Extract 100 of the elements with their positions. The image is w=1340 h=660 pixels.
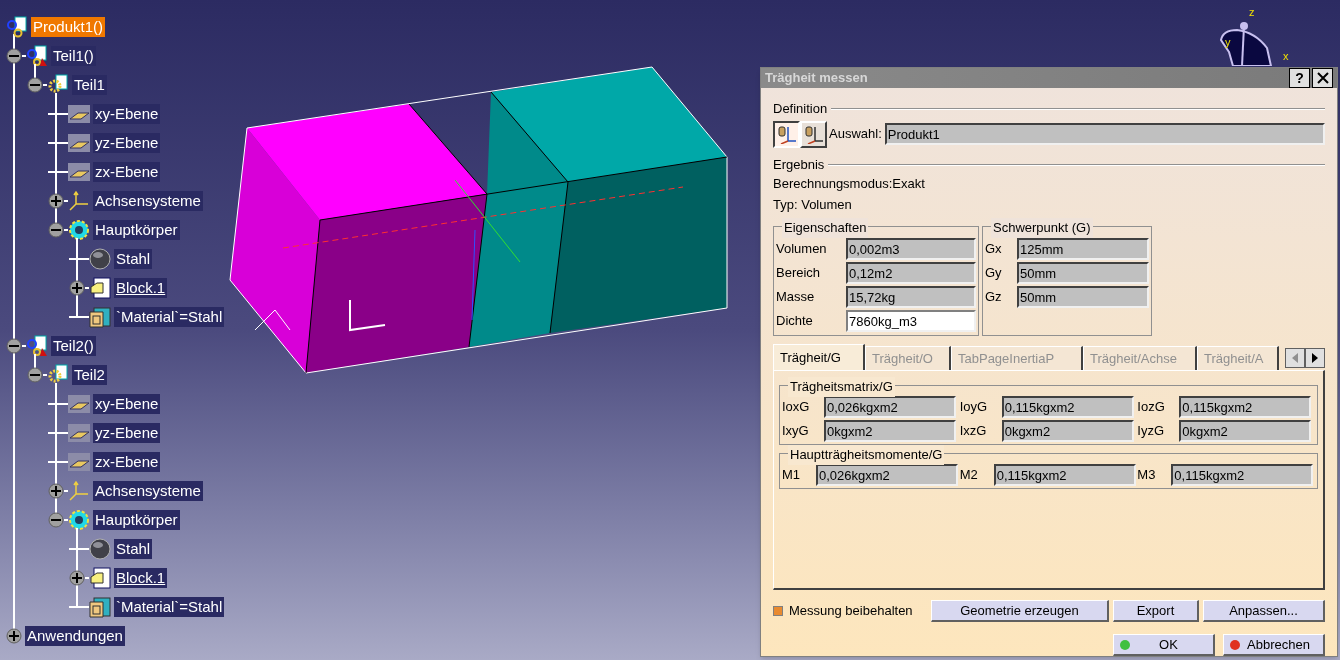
tree-item[interactable]: xy-Ebene — [93, 103, 161, 124]
expand-icon[interactable] — [48, 192, 64, 209]
tree-item[interactable]: Teil1 — [72, 74, 107, 95]
expand-icon[interactable] — [69, 569, 85, 586]
action-button[interactable]: Geometrie erzeugen — [931, 600, 1109, 622]
tree-item[interactable]: Anwendungen — [25, 625, 125, 646]
value-field: 0kgxm2 — [824, 420, 956, 442]
assembly-icon[interactable] — [6, 15, 28, 38]
value-field: 0,115kgxm2 — [1179, 396, 1312, 418]
gear-icon[interactable] — [68, 218, 90, 241]
field-label: M1 — [782, 466, 802, 485]
checkbox[interactable] — [773, 606, 783, 616]
collapse-icon[interactable] — [48, 511, 64, 528]
expand-icon[interactable] — [69, 279, 85, 296]
help-button[interactable]: ? — [1289, 68, 1310, 88]
field-label: Dichte — [776, 312, 814, 331]
field-label: Gx — [985, 240, 1003, 259]
axis-label: z — [1249, 6, 1255, 18]
sphere-icon[interactable] — [89, 247, 111, 270]
field-label: IxzG — [959, 422, 988, 441]
value-field: 0,115kgxm2 — [993, 464, 1136, 486]
window-title: Trägheit messen — [765, 69, 869, 88]
tree-item[interactable]: Stahl — [114, 538, 153, 559]
tree-item[interactable]: yz-Ebene — [93, 132, 161, 153]
field-label: Masse — [776, 288, 816, 307]
field-label: IoxG — [782, 398, 811, 417]
value-field: 0kgxm2 — [1179, 420, 1312, 442]
cube-icon[interactable] — [89, 595, 111, 618]
tree-item[interactable]: Hauptkörper — [93, 219, 180, 240]
scroll-right-button[interactable] — [1305, 348, 1325, 368]
value-field: Produkt1 — [884, 123, 1325, 145]
tree-item[interactable]: Achsensysteme — [93, 480, 203, 501]
inertia-mode-button[interactable] — [773, 120, 800, 148]
status-light-icon — [1230, 639, 1240, 650]
caret-left-icon — [1291, 353, 1299, 363]
value-field: 0kgxm2 — [1001, 420, 1134, 442]
checkbox-label: Messung beibehalten — [789, 602, 913, 621]
tree-item[interactable]: `Material`=Stahl — [114, 596, 225, 617]
collapse-icon[interactable] — [6, 337, 22, 354]
field-label: Volumen — [776, 240, 828, 259]
tree-item[interactable]: Teil2() — [51, 335, 96, 356]
collapse-icon[interactable] — [27, 76, 43, 93]
action-button[interactable]: Anpassen... — [1203, 600, 1325, 622]
section-heading: Definition — [773, 100, 828, 119]
cube-icon[interactable] — [89, 305, 111, 328]
plane-icon[interactable] — [68, 421, 90, 444]
axis-system-icon[interactable] — [68, 189, 90, 212]
value-field: 125mm — [1017, 238, 1149, 260]
tree-item[interactable]: Teil1() — [51, 45, 96, 66]
collapse-icon[interactable] — [27, 366, 43, 383]
expand-icon[interactable] — [48, 482, 64, 499]
field-label: Auswahl: — [829, 125, 882, 144]
tree-item[interactable]: zx-Ebene — [93, 161, 161, 182]
field-label: IoyG — [959, 398, 989, 417]
tree-item[interactable]: Block.1 — [114, 277, 168, 298]
tree-item[interactable]: Achsensysteme — [93, 190, 203, 211]
group-heading: Trägheitsmatrix/G — [788, 377, 895, 397]
block-icon[interactable] — [89, 566, 111, 589]
block-icon[interactable] — [89, 276, 111, 299]
value-field: 0,002m3 — [846, 238, 976, 260]
caret-right-icon — [1311, 353, 1319, 363]
weight-axes-icon — [776, 124, 797, 144]
value-field: 0,026kgxm2 — [824, 396, 956, 418]
tree-item[interactable]: `Material`=Stahl — [114, 306, 225, 327]
tree-item[interactable]: Stahl — [114, 248, 153, 269]
value-field: 15,72kg — [846, 286, 976, 308]
group-heading: Schwerpunkt (G) — [991, 218, 1093, 238]
part-document-icon[interactable] — [26, 44, 48, 67]
collapse-icon[interactable] — [6, 47, 22, 64]
field-label: IyzG — [1137, 422, 1166, 441]
plane-icon[interactable] — [68, 450, 90, 473]
gear-icon[interactable] — [68, 508, 90, 531]
part-document-icon[interactable] — [26, 334, 48, 357]
value-field: 0,115kgxm2 — [1171, 464, 1314, 486]
plane-icon[interactable] — [68, 102, 90, 125]
ok-button[interactable]: OK — [1113, 634, 1215, 656]
tab[interactable]: Trägheit/G — [773, 344, 865, 370]
tree-item[interactable]: Block.1 — [114, 567, 168, 588]
result-text: Typ: Volumen — [773, 196, 853, 214]
field-label: IozG — [1137, 398, 1166, 417]
close-button[interactable] — [1312, 68, 1333, 88]
group-heading: Hauptträgheitsmomente/G — [788, 445, 945, 465]
tree-item[interactable]: zx-Ebene — [93, 451, 161, 472]
plane-icon[interactable] — [68, 392, 90, 415]
scroll-left-button[interactable] — [1285, 348, 1305, 368]
field-label: Gz — [985, 288, 1003, 307]
tree-item[interactable]: Hauptkörper — [93, 509, 180, 530]
expand-icon[interactable] — [6, 627, 22, 644]
tree-item[interactable]: xy-Ebene — [93, 393, 161, 414]
tree-item[interactable]: yz-Ebene — [93, 422, 161, 443]
tree-item[interactable]: Teil2 — [72, 364, 107, 385]
value-field: 0,115kgxm2 — [1001, 396, 1134, 418]
action-button[interactable]: Export — [1113, 600, 1199, 622]
plane-icon[interactable] — [68, 160, 90, 183]
collapse-icon[interactable] — [48, 221, 64, 238]
input-field[interactable]: 7860kg_m3 — [846, 310, 976, 332]
cancel-button[interactable]: Abbrechen — [1223, 634, 1325, 656]
plane-icon[interactable] — [68, 131, 90, 154]
sphere-icon[interactable] — [89, 537, 111, 560]
field-label: IxyG — [782, 422, 810, 441]
